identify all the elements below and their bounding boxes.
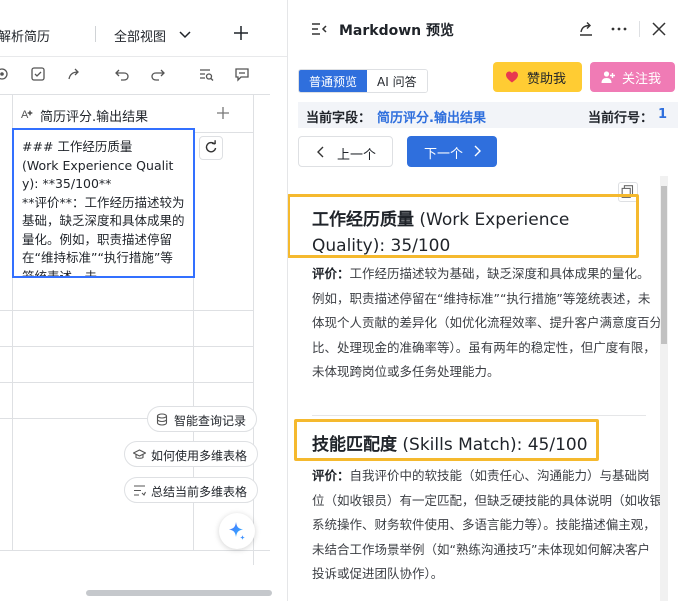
section-evaluation: 评价：工作经历描述较为基础，缺乏深度和具体成果的量化。例如，职责描述停留在“维持… xyxy=(312,262,662,385)
header-divider xyxy=(95,26,96,42)
current-field-value: 简历评分.输出结果 xyxy=(377,111,486,126)
pill-label: 如何使用多维表格 xyxy=(151,449,248,463)
add-column-icon[interactable] xyxy=(215,105,231,121)
chevron-right-icon xyxy=(474,145,481,157)
previous-label: 上一个 xyxy=(337,148,377,163)
graduation-cap-icon xyxy=(133,449,146,459)
svg-text:A: A xyxy=(21,109,29,121)
view-selector[interactable]: 全部视图 xyxy=(114,26,166,45)
database-icon xyxy=(156,413,168,426)
share-icon[interactable] xyxy=(577,20,595,38)
follow-label: 关注我 xyxy=(622,72,662,87)
eval-label: 评价： xyxy=(312,266,350,281)
how-to-use-pill[interactable]: 如何使用多维表格 xyxy=(124,441,259,467)
refresh-button[interactable] xyxy=(199,136,223,160)
horizontal-scrollbar[interactable] xyxy=(86,590,272,596)
comment-icon[interactable] xyxy=(234,66,250,82)
sponsor-button[interactable]: 赞助我 xyxy=(493,62,582,92)
next-label: 下一个 xyxy=(424,147,464,162)
panel-menu-icon[interactable] xyxy=(310,20,328,38)
markdown-preview-panel: Markdown 预览 普通预览 AI 问答 赞助我 关注我 当前字段： 简历评… xyxy=(287,0,688,601)
pill-label: 智能查询记录 xyxy=(174,414,247,428)
heart-icon xyxy=(506,71,518,83)
current-field-label: 当前字段： xyxy=(306,111,372,126)
chevron-down-icon[interactable] xyxy=(178,27,192,41)
search-list-icon[interactable] xyxy=(198,66,214,82)
refresh-icon xyxy=(205,140,217,153)
current-row-label: 当前行号： xyxy=(588,111,654,126)
sponsor-label: 赞助我 xyxy=(527,72,567,87)
settings-icon[interactable] xyxy=(0,66,10,82)
tab-ai-qa[interactable]: AI 问答 xyxy=(367,70,427,92)
tab-normal-preview[interactable]: 普通预览 xyxy=(299,70,368,92)
section-heading-cn: 工作经历质量 xyxy=(312,210,414,230)
checkbox-icon[interactable] xyxy=(30,66,46,82)
selected-cell[interactable]: ### 工作经历质量 (Work Experience Quality): **… xyxy=(12,128,195,278)
column-header-label: 简历评分.输出结果 xyxy=(40,110,149,125)
table-title[interactable]: 解析简历 xyxy=(0,26,50,45)
eval-text: 工作经历描述较为基础，缺乏深度和具体成果的量化。例如，职责描述停留在“维持标准”… xyxy=(312,266,663,379)
section-heading-cn: 技能匹配度 xyxy=(312,435,397,455)
chevron-left-icon xyxy=(317,146,324,158)
section-evaluation: 评价：自我评价中的软技能（如责任心、沟通能力）与基础岗位（如收银员）有一定匹配，… xyxy=(312,464,662,587)
table-panel: 解析简历 全部视图 A 简历评分.输出结果 ### 工作经历质量 (Work E… xyxy=(0,0,287,601)
section-heading-rest: (Skills Match): 45/100 xyxy=(397,435,588,455)
ai-text-field-icon: A xyxy=(21,109,33,121)
preview-mode-tabs: 普通预览 AI 问答 xyxy=(298,69,428,93)
current-field-bar: 当前字段： 简历评分.输出结果 当前行号： 1 xyxy=(298,102,678,128)
follow-button[interactable]: 关注我 xyxy=(590,62,675,92)
row-divider xyxy=(0,550,270,551)
current-row-value: 1 xyxy=(658,107,668,122)
eval-text: 自我评价中的软技能（如责任心、沟通能力）与基础岗位（如收银员）有一定匹配，但缺乏… xyxy=(312,468,663,581)
row-divider xyxy=(0,382,254,383)
vertical-scrollbar[interactable] xyxy=(661,186,667,344)
more-icon[interactable] xyxy=(610,20,628,38)
markdown-preview-content: 工作经历质量 (Work Experience Quality): 35/100… xyxy=(288,174,674,601)
section-heading: 工作经历质量 (Work Experience Quality): 35/100 xyxy=(312,207,642,259)
section-divider xyxy=(312,415,646,416)
row-divider xyxy=(0,346,254,347)
section-heading: 技能匹配度 (Skills Match): 45/100 xyxy=(312,432,642,458)
panel-title: Markdown 预览 xyxy=(339,23,455,39)
add-user-icon xyxy=(601,71,615,83)
smart-query-pill[interactable]: 智能查询记录 xyxy=(147,406,258,432)
redo-icon[interactable] xyxy=(150,66,166,82)
undo-icon[interactable] xyxy=(114,66,130,82)
table-header-bar: 解析简历 全部视图 xyxy=(0,0,287,56)
table-toolbar xyxy=(0,56,287,92)
sparkle-icon xyxy=(229,522,245,540)
header-divider xyxy=(639,21,640,37)
previous-button[interactable]: 上一个 xyxy=(298,136,393,167)
close-icon[interactable] xyxy=(650,20,668,38)
summarize-table-pill[interactable]: 总结当前多维表格 xyxy=(124,477,259,503)
share-icon[interactable] xyxy=(66,66,82,82)
next-button[interactable]: 下一个 xyxy=(407,136,497,167)
eval-label: 评价： xyxy=(312,468,350,483)
ai-assistant-button[interactable] xyxy=(219,513,255,549)
add-view-icon[interactable] xyxy=(232,24,250,42)
pill-label: 总结当前多维表格 xyxy=(151,485,248,499)
summary-icon xyxy=(134,485,146,496)
row-divider xyxy=(0,310,254,311)
